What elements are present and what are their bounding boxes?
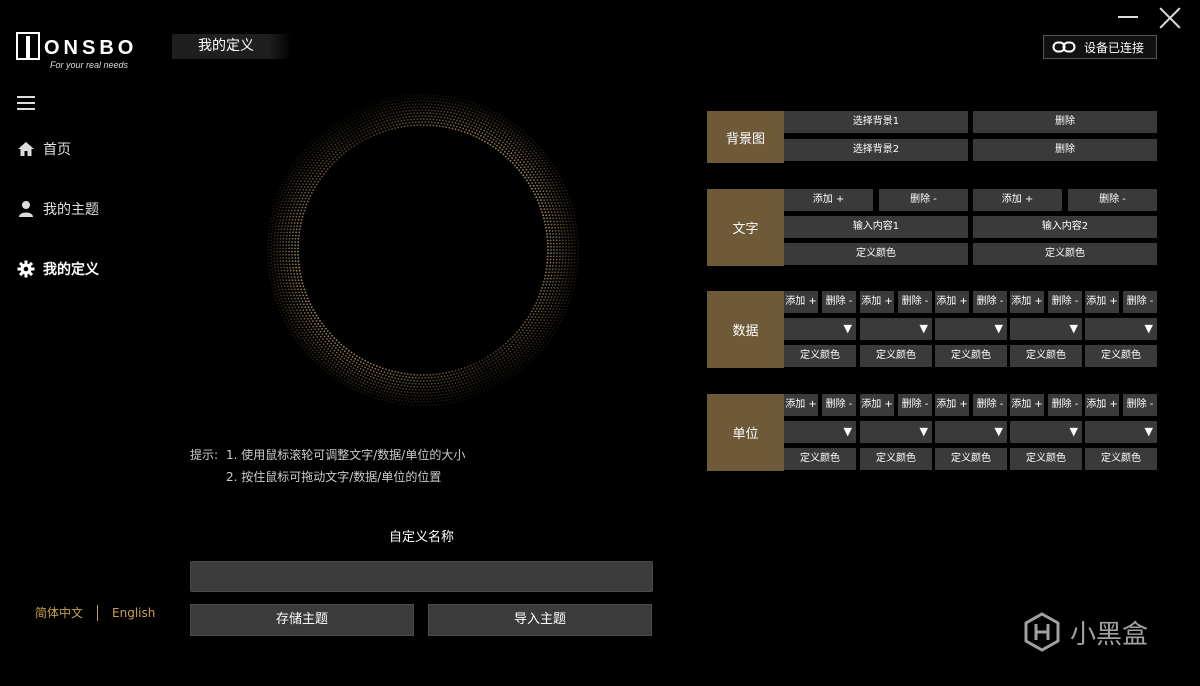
unit-label: 单位 — [707, 394, 784, 471]
save-theme-button[interactable]: 存储主题 — [190, 604, 414, 636]
data-color-button[interactable]: 定义颜色 — [935, 345, 1007, 367]
unit-remove-button[interactable]: 删除 - — [1123, 394, 1157, 416]
data-add-button[interactable]: 添加 + — [860, 291, 894, 313]
link-icon — [1052, 41, 1076, 53]
unit-type-select[interactable] — [860, 421, 932, 443]
unit-type-select[interactable] — [1085, 421, 1157, 443]
sidebar-item-label: 我的定义 — [43, 262, 99, 278]
sidebar-item-my-definition[interactable]: 我的定义 — [17, 259, 99, 279]
unit-color-button[interactable]: 定义颜色 — [1010, 448, 1082, 470]
home-icon — [18, 142, 34, 156]
unit-color-button[interactable]: 定义颜色 — [860, 448, 932, 470]
watermark-text: 小黑盒 — [1070, 619, 1149, 650]
text-add-button[interactable]: 添加 + — [784, 189, 873, 211]
data-add-button[interactable]: 添加 + — [935, 291, 969, 313]
data-color-button[interactable]: 定义颜色 — [1010, 345, 1082, 367]
device-status-text: 设备已连接 — [1084, 40, 1145, 55]
lang-divider — [97, 604, 99, 621]
unit-add-button[interactable]: 添加 + — [1010, 394, 1044, 416]
gear-icon — [17, 260, 35, 278]
data-remove-button[interactable]: 删除 - — [973, 291, 1007, 313]
tips: 提示: 1. 使用鼠标滚轮可调整文字/数据/单位的大小 2. 按住鼠标可拖动文字/… — [190, 444, 465, 488]
unit-remove-button[interactable]: 删除 - — [898, 394, 932, 416]
unit-section: 单位 添加 + 删除 - 添加 + 删除 - 添加 + 删除 - 添加 + 删除… — [707, 394, 1157, 471]
tips-label: 提示: — [190, 448, 219, 462]
unit-type-select[interactable] — [784, 421, 856, 443]
sidebar-item-my-themes[interactable]: 我的主题 — [17, 199, 99, 219]
logo-tagline: For your real needs — [50, 60, 129, 70]
data-add-button[interactable]: 添加 + — [1085, 291, 1119, 313]
text-color-1-button[interactable]: 定义颜色 — [784, 243, 968, 265]
sidebar-item-home[interactable]: 首页 — [17, 139, 71, 159]
minimize-button[interactable] — [1118, 16, 1138, 18]
unit-add-button[interactable]: 添加 + — [935, 394, 969, 416]
data-color-button[interactable]: 定义颜色 — [1085, 345, 1157, 367]
data-type-select[interactable] — [860, 318, 932, 340]
data-remove-button[interactable]: 删除 - — [1123, 291, 1157, 313]
heybox-logo-icon — [1024, 612, 1060, 652]
unit-add-button[interactable]: 添加 + — [860, 394, 894, 416]
tip-line-1: 1. 使用鼠标滚轮可调整文字/数据/单位的大小 — [226, 448, 466, 462]
unit-color-button[interactable]: 定义颜色 — [784, 448, 856, 470]
data-label: 数据 — [707, 291, 784, 368]
delete-background-2-button[interactable]: 删除 — [973, 139, 1157, 161]
delete-background-1-button[interactable]: 删除 — [973, 111, 1157, 133]
text-add-button[interactable]: 添加 + — [973, 189, 1062, 211]
text-color-2-button[interactable]: 定义颜色 — [973, 243, 1157, 265]
unit-add-button[interactable]: 添加 + — [1085, 394, 1119, 416]
menu-icon[interactable] — [17, 96, 35, 110]
data-type-select[interactable] — [784, 318, 856, 340]
unit-remove-button[interactable]: 删除 - — [973, 394, 1007, 416]
device-status-badge: 设备已连接 — [1043, 35, 1157, 59]
logo-j-mark — [16, 32, 40, 60]
custom-name-label: 自定义名称 — [388, 530, 454, 545]
data-remove-button[interactable]: 删除 - — [822, 291, 856, 313]
data-color-button[interactable]: 定义颜色 — [860, 345, 932, 367]
logo-text: ONSBO — [44, 37, 138, 59]
text-remove-button[interactable]: 删除 - — [1068, 189, 1157, 211]
lang-zh-option[interactable]: 简体中文 — [35, 604, 83, 621]
data-type-select[interactable] — [1010, 318, 1082, 340]
data-type-select[interactable] — [1085, 318, 1157, 340]
data-type-select[interactable] — [935, 318, 1007, 340]
sidebar-item-label: 我的主题 — [43, 202, 99, 218]
text-remove-button[interactable]: 删除 - — [879, 189, 968, 211]
preview-ring[interactable] — [263, 90, 583, 410]
select-background-2-button[interactable]: 选择背景2 — [784, 139, 968, 161]
text-label: 文字 — [707, 189, 784, 266]
unit-type-select[interactable] — [1010, 421, 1082, 443]
data-color-button[interactable]: 定义颜色 — [784, 345, 856, 367]
text-section: 文字 添加 + 删除 - 添加 + 删除 - 输入内容1 输入内容2 定义颜色 … — [707, 189, 1157, 266]
background-label: 背景图 — [707, 111, 784, 163]
import-theme-button[interactable]: 导入主题 — [428, 604, 652, 636]
jonsbo-logo: ONSBO For your real needs — [16, 32, 150, 72]
sidebar-item-label: 首页 — [43, 142, 71, 158]
text-input-1-button[interactable]: 输入内容1 — [784, 216, 968, 238]
unit-type-select[interactable] — [935, 421, 1007, 443]
close-button[interactable] — [1158, 6, 1182, 30]
unit-add-button[interactable]: 添加 + — [784, 394, 818, 416]
custom-name-input[interactable] — [190, 561, 653, 592]
data-section: 数据 添加 + 删除 - 添加 + 删除 - 添加 + 删除 - 添加 + 删除… — [707, 291, 1157, 368]
watermark: 小黑盒 — [1022, 612, 1148, 652]
unit-remove-button[interactable]: 删除 - — [1048, 394, 1082, 416]
unit-color-button[interactable]: 定义颜色 — [935, 448, 1007, 470]
user-icon — [19, 201, 33, 217]
page-title: 我的定义 — [172, 34, 292, 59]
unit-remove-button[interactable]: 删除 - — [822, 394, 856, 416]
data-remove-button[interactable]: 删除 - — [1048, 291, 1082, 313]
select-background-1-button[interactable]: 选择背景1 — [784, 111, 968, 133]
data-remove-button[interactable]: 删除 - — [898, 291, 932, 313]
data-add-button[interactable]: 添加 + — [1010, 291, 1044, 313]
unit-color-button[interactable]: 定义颜色 — [1085, 448, 1157, 470]
background-section: 背景图 选择背景1 删除 选择背景2 删除 — [707, 111, 1157, 163]
data-add-button[interactable]: 添加 + — [784, 291, 818, 313]
language-switcher: 简体中文 English — [35, 604, 155, 621]
lang-en-option[interactable]: English — [112, 606, 155, 620]
tip-line-2: 2. 按住鼠标可拖动文字/数据/单位的位置 — [226, 470, 442, 484]
text-input-2-button[interactable]: 输入内容2 — [973, 216, 1157, 238]
